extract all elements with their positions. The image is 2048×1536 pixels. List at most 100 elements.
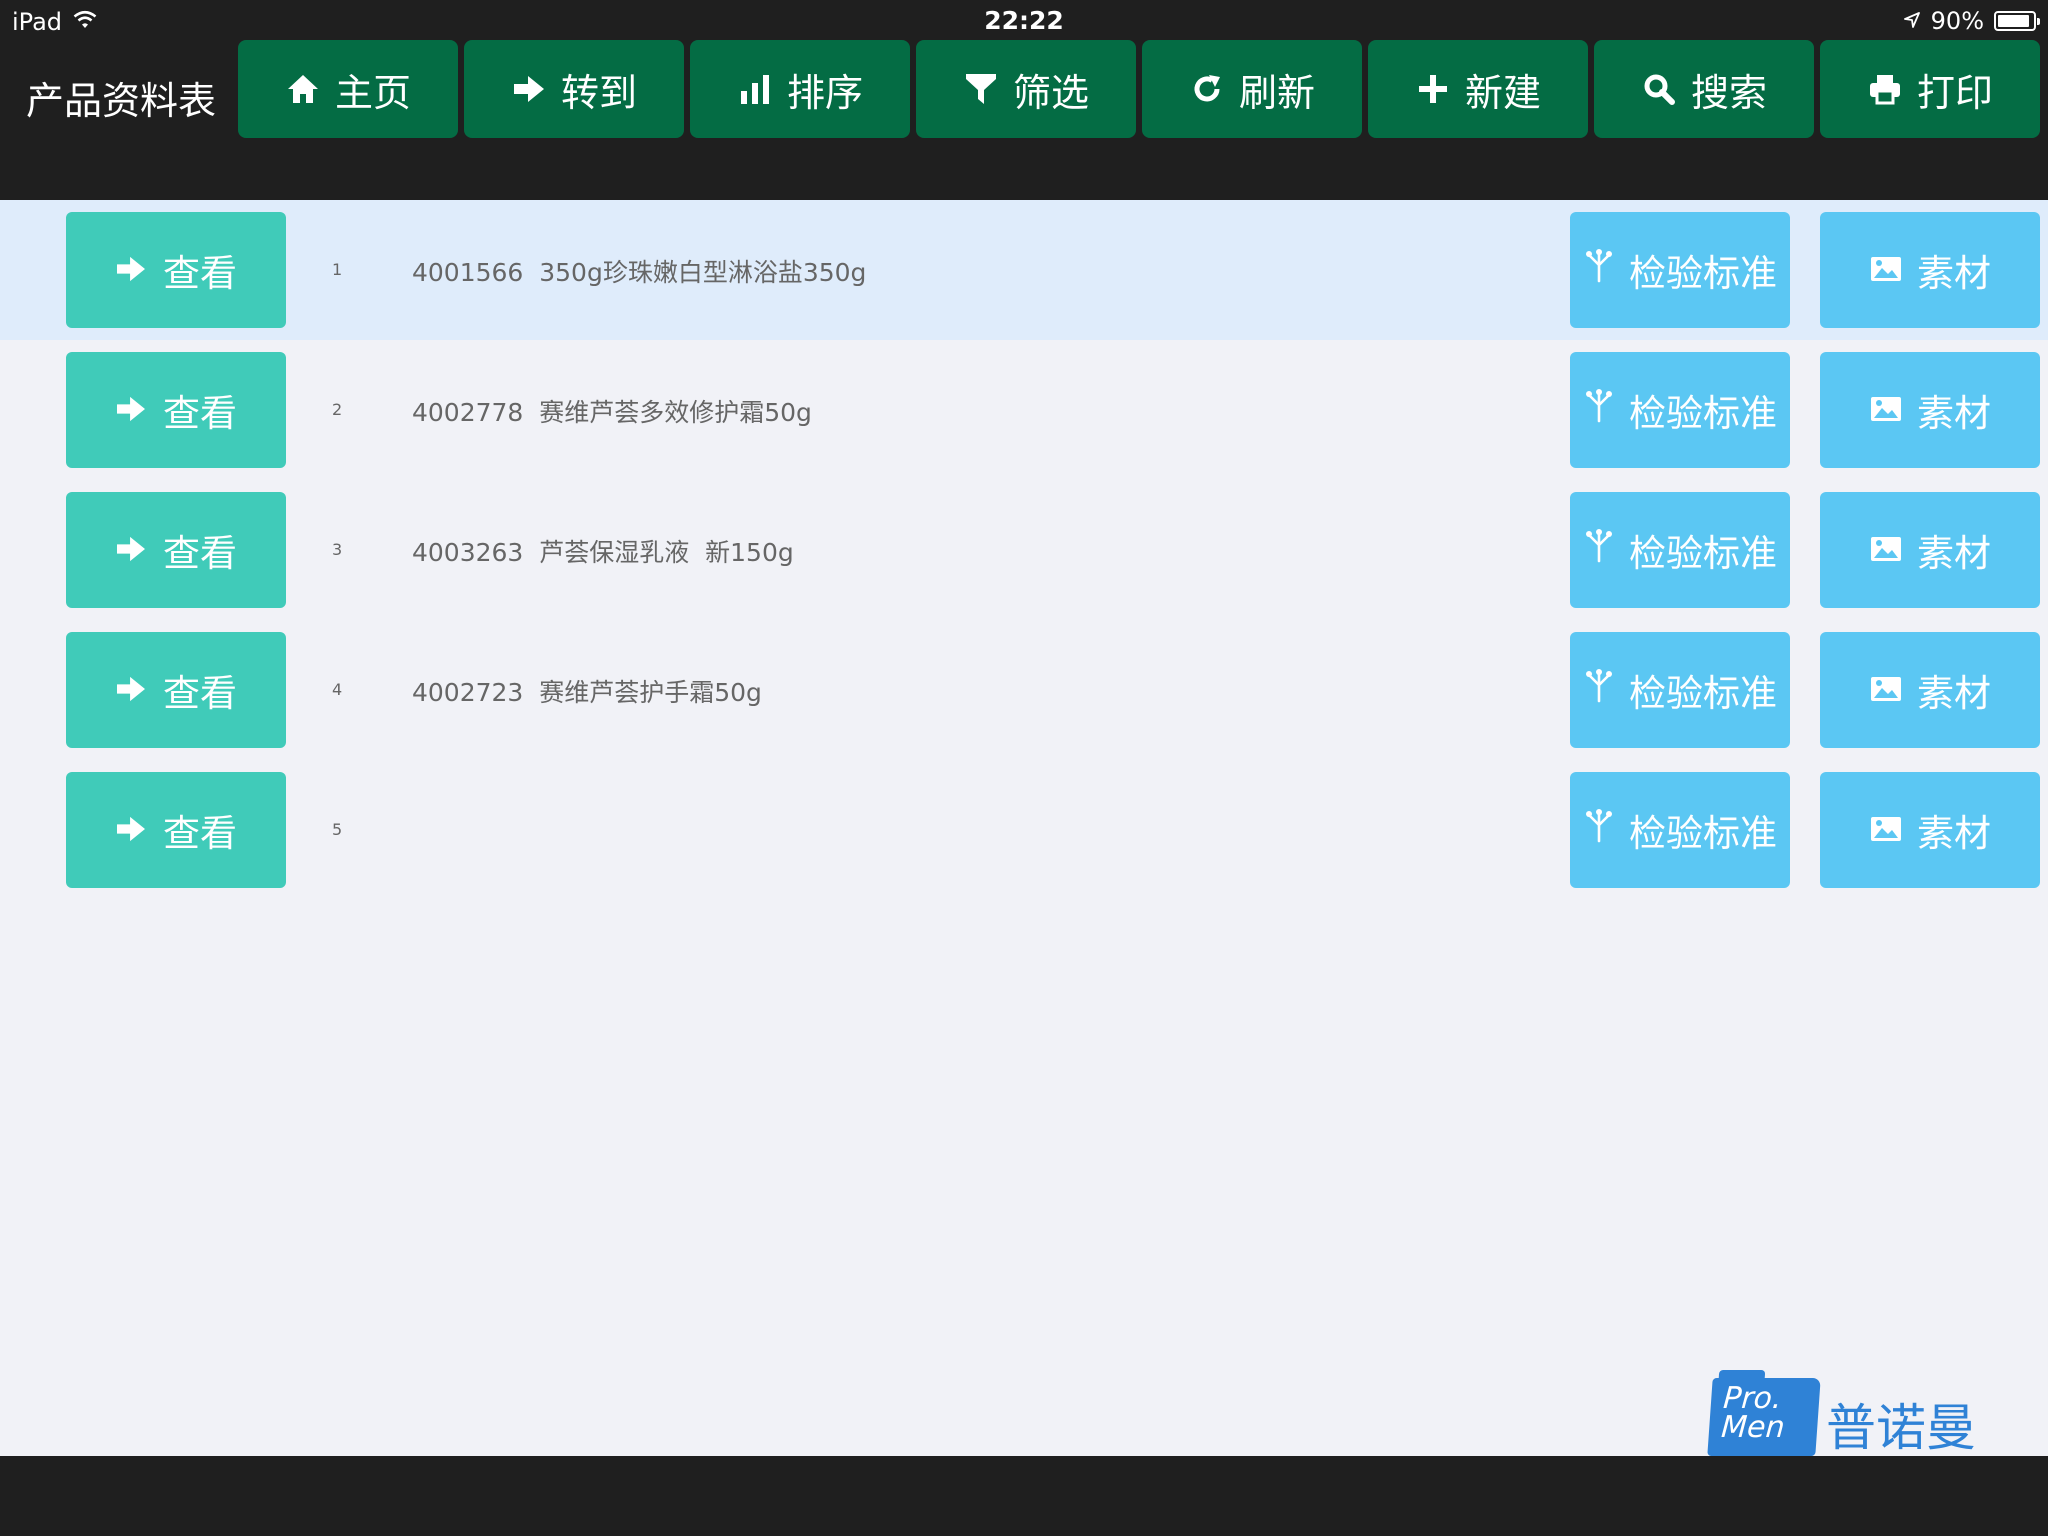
view-button[interactable]: 查看 (66, 352, 286, 468)
material-button-label: 素材 (1917, 252, 1991, 295)
home-icon (285, 71, 321, 107)
sort-button-label: 排序 (786, 70, 863, 115)
view-button[interactable]: 查看 (66, 632, 286, 748)
view-button[interactable]: 查看 (66, 212, 286, 328)
arrow-right-icon (115, 669, 147, 712)
logo-mark-line1: Pro. (1722, 1381, 1783, 1416)
material-button[interactable]: 素材 (1820, 492, 2040, 608)
arrow-right-icon (115, 389, 147, 432)
top-bar: iPad 22:22 90% 产品资料表 主页 转到 排序 筛选 刷新 新建 搜… (0, 0, 2048, 200)
branch-icon (1583, 388, 1615, 432)
inspection-standard-button[interactable]: 检验标准 (1570, 772, 1790, 888)
plus-icon (1415, 71, 1451, 107)
search-button[interactable]: 搜索 (1594, 40, 1814, 138)
logo-text: 普诺曼 (1826, 1399, 1976, 1457)
logo-mark-line2: Men (1720, 1410, 1786, 1445)
arrow-right-icon (115, 809, 147, 852)
home-button[interactable]: 主页 (238, 40, 458, 138)
battery-fill (1998, 15, 2029, 27)
product-text: 4001566 350g珍珠嫩白型淋浴盐350g (412, 258, 867, 287)
battery-percent: 90% (1930, 7, 1984, 35)
status-clock: 22:22 (984, 6, 1064, 35)
view-button-label: 查看 (163, 252, 237, 295)
print-icon (1867, 71, 1903, 107)
print-button[interactable]: 打印 (1820, 40, 2040, 138)
goto-button-label: 转到 (560, 70, 637, 115)
branch-icon (1583, 528, 1615, 572)
sort-button[interactable]: 排序 (690, 40, 910, 138)
inspection-standard-label: 检验标准 (1629, 532, 1777, 575)
material-button[interactable]: 素材 (1820, 632, 2040, 748)
search-button-label: 搜索 (1690, 70, 1767, 115)
search-icon (1641, 71, 1677, 107)
new-button-label: 新建 (1464, 70, 1541, 115)
view-button[interactable]: 查看 (66, 772, 286, 888)
status-bar: iPad 22:22 90% (0, 0, 2048, 40)
image-icon (1869, 669, 1903, 712)
filter-button[interactable]: 筛选 (916, 40, 1136, 138)
refresh-button-label: 刷新 (1238, 70, 1315, 115)
brand-logo: Pro. Men 普诺曼 (1707, 1378, 1976, 1457)
product-text: 4003263 芦荟保湿乳液 新150g (412, 538, 794, 567)
home-button-label: 主页 (334, 70, 411, 115)
location-arrow-icon (1903, 7, 1921, 35)
row-number: 5 (332, 820, 343, 839)
refresh-icon (1189, 71, 1225, 107)
list-row[interactable]: 查看 3 4003263 芦荟保湿乳液 新150g 检验标准 素材 (0, 480, 2048, 620)
inspection-standard-button[interactable]: 检验标准 (1570, 632, 1790, 748)
arrow-right-icon (115, 529, 147, 572)
product-text: 4002723 赛维芦荟护手霜50g (412, 678, 762, 707)
page-title: 产品资料表 (26, 79, 217, 123)
material-button[interactable]: 素材 (1820, 772, 2040, 888)
new-button[interactable]: 新建 (1368, 40, 1588, 138)
list-row[interactable]: 查看 2 4002778 赛维芦荟多效修护霜50g 检验标准 素材 (0, 340, 2048, 480)
inspection-standard-button[interactable]: 检验标准 (1570, 212, 1790, 328)
bottom-bar (0, 1456, 2048, 1536)
row-number: 3 (332, 540, 343, 559)
toolbar: 主页 转到 排序 筛选 刷新 新建 搜索 打印 (238, 40, 2040, 138)
material-button-label: 素材 (1917, 812, 1991, 855)
row-number: 4 (332, 680, 343, 699)
view-button-label: 查看 (163, 392, 237, 435)
filter-icon (963, 71, 999, 107)
arrow-right-icon (115, 249, 147, 292)
filter-button-label: 筛选 (1012, 70, 1089, 115)
view-button-label: 查看 (163, 532, 237, 575)
branch-icon (1583, 668, 1615, 712)
list-row[interactable]: 查看 5 检验标准 素材 (0, 760, 2048, 900)
material-button[interactable]: 素材 (1820, 352, 2040, 468)
product-text: 4002778 赛维芦荟多效修护霜50g (412, 398, 812, 427)
logo-mark: Pro. Men (1707, 1378, 1821, 1456)
print-button-label: 打印 (1916, 70, 1993, 115)
view-button-label: 查看 (163, 812, 237, 855)
material-button-label: 素材 (1917, 532, 1991, 575)
status-right: 90% (1903, 7, 2040, 35)
list-row[interactable]: 查看 1 4001566 350g珍珠嫩白型淋浴盐350g 检验标准 素材 (0, 200, 2048, 340)
battery-icon (1994, 11, 2040, 31)
arrow-right-icon (511, 71, 547, 107)
view-button-label: 查看 (163, 672, 237, 715)
bar-chart-icon (737, 71, 773, 107)
material-button[interactable]: 素材 (1820, 212, 2040, 328)
image-icon (1869, 249, 1903, 292)
material-button-label: 素材 (1917, 672, 1991, 715)
image-icon (1869, 529, 1903, 572)
view-button[interactable]: 查看 (66, 492, 286, 608)
branch-icon (1583, 248, 1615, 292)
list-row[interactable]: 查看 4 4002723 赛维芦荟护手霜50g 检验标准 素材 (0, 620, 2048, 760)
material-button-label: 素材 (1917, 392, 1991, 435)
image-icon (1869, 389, 1903, 432)
inspection-standard-label: 检验标准 (1629, 672, 1777, 715)
image-icon (1869, 809, 1903, 852)
product-list: 查看 1 4001566 350g珍珠嫩白型淋浴盐350g 检验标准 素材 查看 2 4002… (0, 200, 2048, 900)
refresh-button[interactable]: 刷新 (1142, 40, 1362, 138)
inspection-standard-label: 检验标准 (1629, 392, 1777, 435)
inspection-standard-label: 检验标准 (1629, 812, 1777, 855)
inspection-standard-button[interactable]: 检验标准 (1570, 492, 1790, 608)
row-number: 1 (332, 260, 343, 279)
inspection-standard-button[interactable]: 检验标准 (1570, 352, 1790, 468)
row-number: 2 (332, 400, 343, 419)
branch-icon (1583, 808, 1615, 852)
goto-button[interactable]: 转到 (464, 40, 684, 138)
inspection-standard-label: 检验标准 (1629, 252, 1777, 295)
